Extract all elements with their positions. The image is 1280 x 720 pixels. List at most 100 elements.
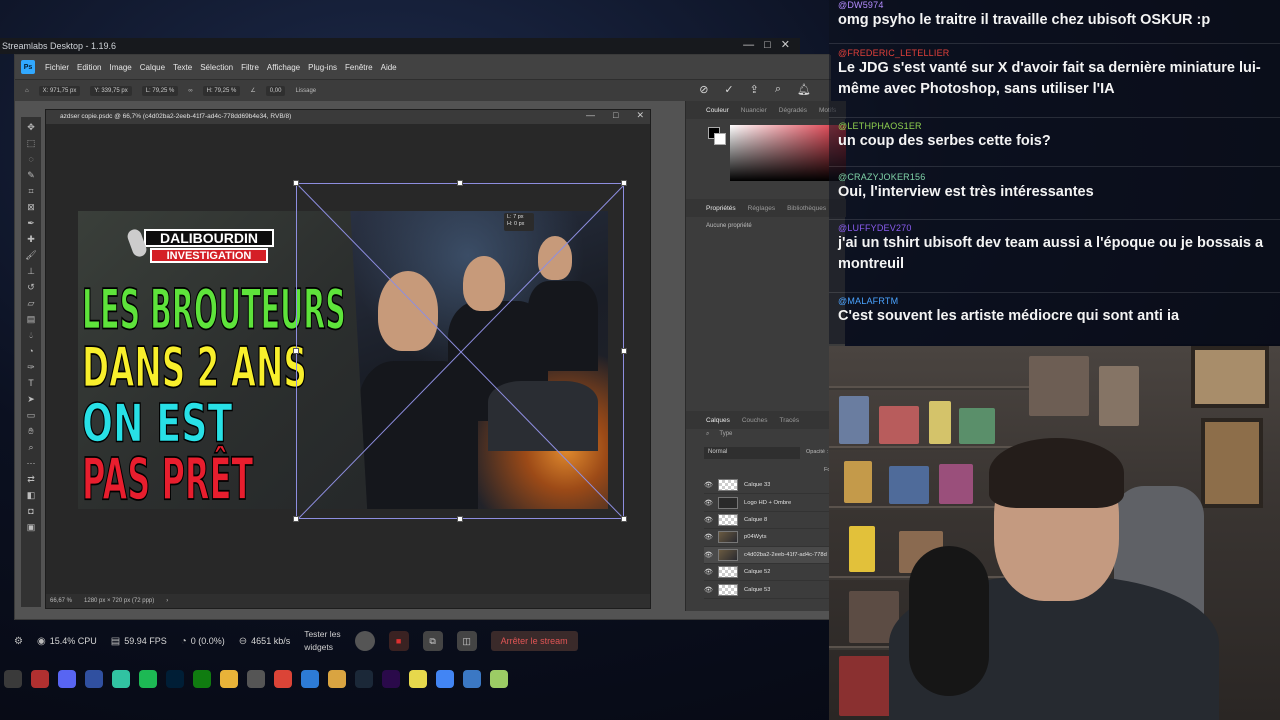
zoom-level[interactable]: 66,67 % [50,598,72,604]
steam-icon[interactable] [355,670,373,688]
gradient-tool-icon[interactable]: ▤ [24,313,38,325]
blur-tool-icon[interactable]: 💧︎ [24,329,38,341]
interpolation-field[interactable]: Lissage [295,88,316,94]
hand-tool-icon[interactable]: ✋︎ [24,425,38,437]
vpn-icon[interactable] [85,670,103,688]
transform-handle[interactable] [457,180,463,186]
menu-plugins[interactable]: Plug-ins [308,63,337,72]
height-field[interactable]: H: 79,25 % [202,85,241,96]
menu-selection[interactable]: Sélection [200,63,233,72]
streamlabs-icon[interactable] [112,670,130,688]
visibility-eye-icon[interactable]: 👁︎ [704,481,713,489]
xbox-icon[interactable] [193,670,211,688]
transform-bounding-box[interactable] [293,180,627,522]
layer-row[interactable]: 👁︎ Calque 33 [704,477,846,495]
layer-row[interactable]: 👁︎ Calque 53 [704,581,846,599]
transform-handle[interactable] [293,348,299,354]
close-button[interactable]: ✕ [781,38,790,54]
layers-search-field[interactable]: Type [719,431,732,438]
doc-maximize-icon[interactable]: □ [613,110,618,121]
visibility-eye-icon[interactable]: 👁︎ [704,568,713,576]
crop-tool-icon[interactable]: ⌗ [24,185,38,197]
transform-handle[interactable] [293,180,299,186]
menu-calque[interactable]: Calque [140,63,165,72]
tab-nuancier[interactable]: Nuancier [741,107,767,114]
transform-handle[interactable] [621,180,627,186]
eraser-tool-icon[interactable]: ▱ [24,297,38,309]
home-icon[interactable]: ⌂ [25,88,29,94]
link-icon[interactable]: ∞ [188,88,192,94]
tab-traces[interactable]: Tracés [780,417,800,424]
layer-row[interactable]: 👁︎ Logo HD + Ombre [704,494,846,512]
record-button[interactable] [354,631,375,651]
tab-calques[interactable]: Calques [706,417,730,424]
pen-tool-icon[interactable]: ✑ [24,361,38,373]
visibility-eye-icon[interactable]: 👁︎ [704,533,713,541]
menu-fichier[interactable]: Fichier [45,63,69,72]
layer-row-selected[interactable]: 👁︎ c4d02ba2-2eeb-41f7-ad4c-778d [704,546,846,564]
discord-icon[interactable] [58,670,76,688]
path-select-tool-icon[interactable]: ➤ [24,393,38,405]
blend-mode-select[interactable]: Normal [704,447,800,459]
doc-close-icon[interactable]: ✕ [636,110,644,121]
background-color-swatch[interactable] [714,133,726,145]
transform-handle[interactable] [621,516,627,522]
search-icon[interactable]: ⌕ [775,83,781,96]
screen-mode-icon[interactable]: ▣ [24,521,38,533]
document-tab[interactable]: azdser copie.psdc @ 66,7% (c4d02ba2-2eeb… [46,110,650,124]
app-icon[interactable] [31,670,49,688]
marquee-tool-icon[interactable]: ⬚ [24,137,38,149]
history-brush-tool-icon[interactable]: ↺ [24,281,38,293]
layer-row[interactable]: 👁︎ Calque 52 [704,564,846,582]
chrome-alt-icon[interactable] [436,670,454,688]
transform-handle[interactable] [457,516,463,522]
visibility-eye-icon[interactable]: 👁︎ [704,586,713,594]
folder-icon[interactable] [220,670,238,688]
status-chevron-icon[interactable]: › [166,598,168,604]
premiere-icon[interactable] [382,670,400,688]
dodge-tool-icon[interactable]: ◔ [24,345,38,357]
layer-row[interactable]: 👁︎ Calque 8 [704,512,846,530]
commit-transform-icon[interactable]: ✓ [724,83,733,96]
tab-proprietes[interactable]: Propriétés [706,205,736,212]
quick-select-tool-icon[interactable]: ✎ [24,169,38,181]
x-position-field[interactable]: X: 971,75 px [38,85,81,96]
width-field[interactable]: L: 79,25 % [141,85,179,96]
tab-couleur[interactable]: Couleur [706,107,729,114]
test-widgets-button[interactable]: Tester les widgets [304,628,340,654]
layer-row[interactable]: 👁︎ p04Wyts [704,529,846,547]
shape-tool-icon[interactable]: ▭ [24,409,38,421]
spotify-icon[interactable] [139,670,157,688]
tab-degrades[interactable]: Dégradés [779,107,807,114]
tab-bibliotheques[interactable]: Bibliothèques [787,205,826,212]
cancel-transform-icon[interactable]: ⊘ [699,83,708,96]
bell-icon[interactable]: 🔔︎ [797,83,811,96]
color-swatches-icon[interactable]: ◧ [24,489,38,501]
files-icon[interactable] [328,670,346,688]
stop-stream-button[interactable]: Arrêter le stream [490,631,578,651]
eyedropper-tool-icon[interactable]: ✒ [24,217,38,229]
type-tool-icon[interactable]: T [24,377,38,389]
stamp-tool-icon[interactable]: ⊥ [24,265,38,277]
notes-icon[interactable] [409,670,427,688]
menu-texte[interactable]: Texte [173,63,192,72]
maximize-button[interactable]: □ [764,38,771,54]
media-icon[interactable] [247,670,265,688]
frame-tool-icon[interactable]: ⊠ [24,201,38,213]
move-tool-icon[interactable]: ✥ [24,121,38,133]
windows-icon[interactable] [4,670,22,688]
zoom-tool-icon[interactable]: ⌕ [24,441,38,453]
lasso-tool-icon[interactable]: ◌ [24,153,38,165]
menu-fenetre[interactable]: Fenêtre [345,63,373,72]
share-icon[interactable]: ⇪ [750,83,759,96]
replay-buffer-icon[interactable]: ⧉ [422,631,443,651]
window-icon[interactable] [463,670,481,688]
visibility-eye-icon[interactable]: 👁︎ [704,516,713,524]
stop-record-icon[interactable]: ■ [388,631,409,651]
y-position-field[interactable]: Y: 339,75 px [90,85,132,96]
minimize-button[interactable]: — [743,38,754,54]
tab-reglages[interactable]: Réglages [748,205,775,212]
menu-edition[interactable]: Edition [77,63,101,72]
settings-gear-icon[interactable]: ⚙ [14,636,23,647]
more-tools-icon[interactable]: ⋯ [24,457,38,469]
